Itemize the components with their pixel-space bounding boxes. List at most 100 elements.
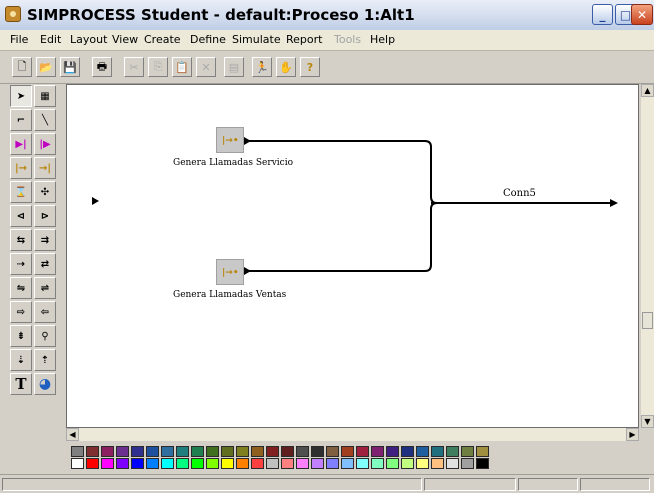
- color-swatch[interactable]: [176, 458, 189, 469]
- color-swatch[interactable]: [401, 458, 414, 469]
- color-swatch[interactable]: [101, 458, 114, 469]
- color-swatch[interactable]: [101, 446, 114, 457]
- color-swatch[interactable]: [356, 446, 369, 457]
- generate-tool[interactable]: |→: [10, 157, 32, 179]
- color-swatch[interactable]: [251, 446, 264, 457]
- cut-button[interactable]: ✂: [124, 57, 144, 77]
- color-swatch[interactable]: [176, 446, 189, 457]
- save-button[interactable]: 💾: [60, 57, 80, 77]
- color-swatch[interactable]: [416, 446, 429, 457]
- link-tool[interactable]: ⚲: [34, 325, 56, 347]
- color-swatch[interactable]: [191, 458, 204, 469]
- stop-simulation-button[interactable]: ✋: [276, 57, 296, 77]
- color-swatch[interactable]: [71, 446, 84, 457]
- process-tool[interactable]: |▶: [34, 133, 56, 155]
- connector-tool[interactable]: ⌐: [10, 109, 32, 131]
- menu-help[interactable]: Help: [370, 33, 395, 46]
- get-resource-tool[interactable]: ⇦: [34, 301, 56, 323]
- generate-node-service[interactable]: |→•: [216, 127, 244, 153]
- split-tool[interactable]: ⊲: [10, 205, 32, 227]
- transform-tool[interactable]: ⇄: [34, 253, 56, 275]
- color-swatch[interactable]: [446, 458, 459, 469]
- properties-button[interactable]: ▤: [224, 57, 244, 77]
- color-swatch[interactable]: [311, 446, 324, 457]
- color-swatch[interactable]: [341, 458, 354, 469]
- color-swatch[interactable]: [86, 446, 99, 457]
- unbatch-tool[interactable]: ⇌: [34, 277, 56, 299]
- color-swatch[interactable]: [416, 458, 429, 469]
- color-swatch[interactable]: [431, 446, 444, 457]
- color-swatch[interactable]: [461, 446, 474, 457]
- color-swatch[interactable]: [221, 446, 234, 457]
- color-swatch[interactable]: [326, 446, 339, 457]
- color-swatch[interactable]: [371, 446, 384, 457]
- color-swatch[interactable]: [311, 458, 324, 469]
- scroll-up-button[interactable]: ▲: [641, 84, 654, 97]
- synchronize-tool[interactable]: ⇟: [10, 325, 32, 347]
- print-button[interactable]: 🖶: [92, 57, 112, 77]
- color-swatch[interactable]: [446, 446, 459, 457]
- menu-simulate[interactable]: Simulate: [232, 33, 281, 46]
- color-swatch[interactable]: [281, 458, 294, 469]
- color-swatch[interactable]: [296, 458, 309, 469]
- color-swatch[interactable]: [401, 446, 414, 457]
- color-swatch[interactable]: [431, 458, 444, 469]
- color-swatch[interactable]: [206, 458, 219, 469]
- color-swatch[interactable]: [461, 458, 474, 469]
- color-swatch[interactable]: [266, 446, 279, 457]
- color-swatch[interactable]: [476, 446, 489, 457]
- minimize-button[interactable]: _: [592, 4, 613, 25]
- menu-file[interactable]: File: [10, 33, 28, 46]
- delete-button[interactable]: ✕: [196, 57, 216, 77]
- batch-tool[interactable]: ⇉: [34, 229, 56, 251]
- color-swatch[interactable]: [131, 446, 144, 457]
- color-swatch[interactable]: [476, 458, 489, 469]
- select-area-tool[interactable]: ▦: [34, 85, 56, 107]
- free-resource-tool[interactable]: ⇨: [10, 301, 32, 323]
- select-arrow-tool[interactable]: ➤: [10, 85, 32, 107]
- close-button[interactable]: ✕: [631, 4, 653, 25]
- color-swatch[interactable]: [191, 446, 204, 457]
- open-button[interactable]: 📂: [36, 57, 56, 77]
- color-swatch[interactable]: [251, 458, 264, 469]
- run-simulation-button[interactable]: 🏃: [252, 57, 272, 77]
- color-swatch[interactable]: [221, 458, 234, 469]
- menu-define[interactable]: Define: [190, 33, 226, 46]
- color-swatch[interactable]: [71, 458, 84, 469]
- menu-edit[interactable]: Edit: [40, 33, 61, 46]
- color-swatch[interactable]: [161, 446, 174, 457]
- color-swatch[interactable]: [371, 458, 384, 469]
- color-swatch[interactable]: [356, 458, 369, 469]
- menu-view[interactable]: View: [112, 33, 138, 46]
- color-swatch[interactable]: [326, 458, 339, 469]
- color-swatch[interactable]: [266, 458, 279, 469]
- color-swatch[interactable]: [116, 446, 129, 457]
- connector-line-top[interactable]: [247, 140, 438, 204]
- color-swatch[interactable]: [146, 458, 159, 469]
- merge-tool[interactable]: ⇋: [10, 277, 32, 299]
- color-swatch[interactable]: [386, 458, 399, 469]
- menu-tools[interactable]: Tools: [334, 33, 361, 46]
- help-button[interactable]: ?: [300, 57, 320, 77]
- color-swatch[interactable]: [86, 458, 99, 469]
- copy-button[interactable]: ⎘: [148, 57, 168, 77]
- scroll-down-button[interactable]: ▼: [641, 415, 654, 428]
- connector-line-bottom[interactable]: [247, 202, 438, 272]
- color-swatch[interactable]: [146, 446, 159, 457]
- text-tool[interactable]: T: [10, 373, 32, 395]
- join-tool[interactable]: ⊳: [34, 205, 56, 227]
- branch-tool[interactable]: ✣: [34, 181, 56, 203]
- scroll-left-button[interactable]: ◀: [66, 428, 79, 441]
- diagram-canvas[interactable]: |→• Genera Llamadas Servicio |→• Genera …: [66, 84, 639, 428]
- scroll-right-button[interactable]: ▶: [626, 428, 639, 441]
- menu-create[interactable]: Create: [144, 33, 181, 46]
- color-swatch[interactable]: [161, 458, 174, 469]
- color-swatch[interactable]: [206, 446, 219, 457]
- resource-tool[interactable]: ⇡: [34, 349, 56, 371]
- dispose-tool[interactable]: →|: [34, 157, 56, 179]
- vertical-scroll-thumb[interactable]: [642, 312, 653, 329]
- color-swatch[interactable]: [116, 458, 129, 469]
- new-button[interactable]: 🗋: [12, 57, 32, 77]
- color-swatch[interactable]: [281, 446, 294, 457]
- color-swatch[interactable]: [341, 446, 354, 457]
